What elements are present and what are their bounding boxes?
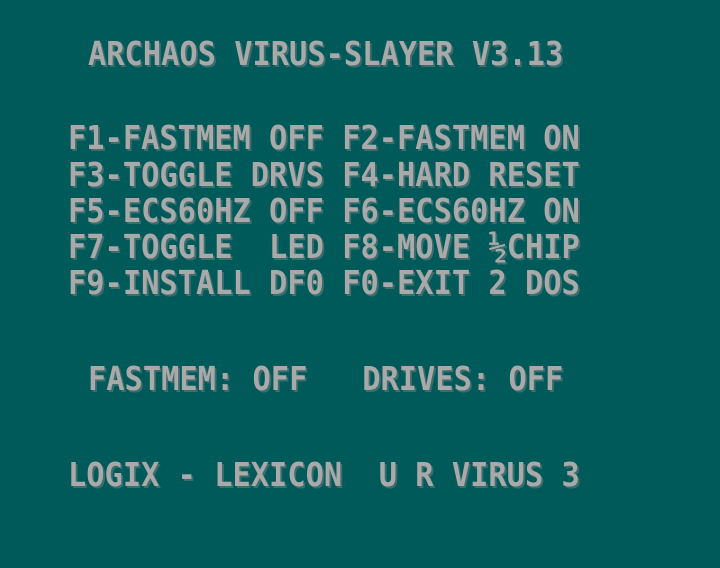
menu-item-f5-ecs60hz-off[interactable]: F5-ECS60HZ OFF (68, 191, 324, 230)
menu-row-4: F7-TOGGLE LED F8-MOVE ½CHIP (68, 229, 580, 265)
menu-row-1: F1-FASTMEM OFF F2-FASTMEM ON (68, 120, 580, 156)
menu-row-3: F5-ECS60HZ OFF F6-ECS60HZ ON (68, 193, 580, 229)
status-line: FASTMEM: OFF DRIVES: OFF (88, 361, 563, 397)
menu-item-f1-fastmem-off[interactable]: F1-FASTMEM OFF (68, 118, 324, 157)
credits-footer: LOGIX - LEXICON U R VIRUS 3 (68, 455, 580, 494)
app-title: ARCHAOS VIRUS-SLAYER V3.13 (88, 34, 564, 73)
menu-item-f2-fastmem-on[interactable]: F2-FASTMEM ON (342, 118, 580, 157)
menu-item-f0-exit-to-dos[interactable]: F0-EXIT 2 DOS (342, 263, 580, 302)
menu-item-f8-move-half-chip[interactable]: F8-MOVE ½CHIP (342, 227, 580, 266)
menu-item-f9-install-df0[interactable]: F9-INSTALL DF0 (68, 263, 324, 302)
amiga-screen: ARCHAOS VIRUS-SLAYER V3.13 F1-FASTMEM OF… (0, 0, 720, 568)
menu-item-f7-toggle-led[interactable]: F7-TOGGLE LED (68, 227, 324, 266)
menu-row-5: F9-INSTALL DF0 F0-EXIT 2 DOS (68, 265, 580, 301)
fastmem-status-value: OFF (252, 359, 308, 398)
menu-item-f3-toggle-drives[interactable]: F3-TOGGLE DRVS (68, 155, 324, 194)
drives-status-label: DRIVES: (362, 359, 491, 398)
menu-item-f4-hard-reset[interactable]: F4-HARD RESET (342, 155, 580, 194)
menu-row-2: F3-TOGGLE DRVS F4-HARD RESET (68, 157, 580, 193)
drives-status-value: OFF (508, 359, 564, 398)
menu-item-f6-ecs60hz-on[interactable]: F6-ECS60HZ ON (342, 191, 580, 230)
fastmem-status-label: FASTMEM: (88, 359, 235, 398)
